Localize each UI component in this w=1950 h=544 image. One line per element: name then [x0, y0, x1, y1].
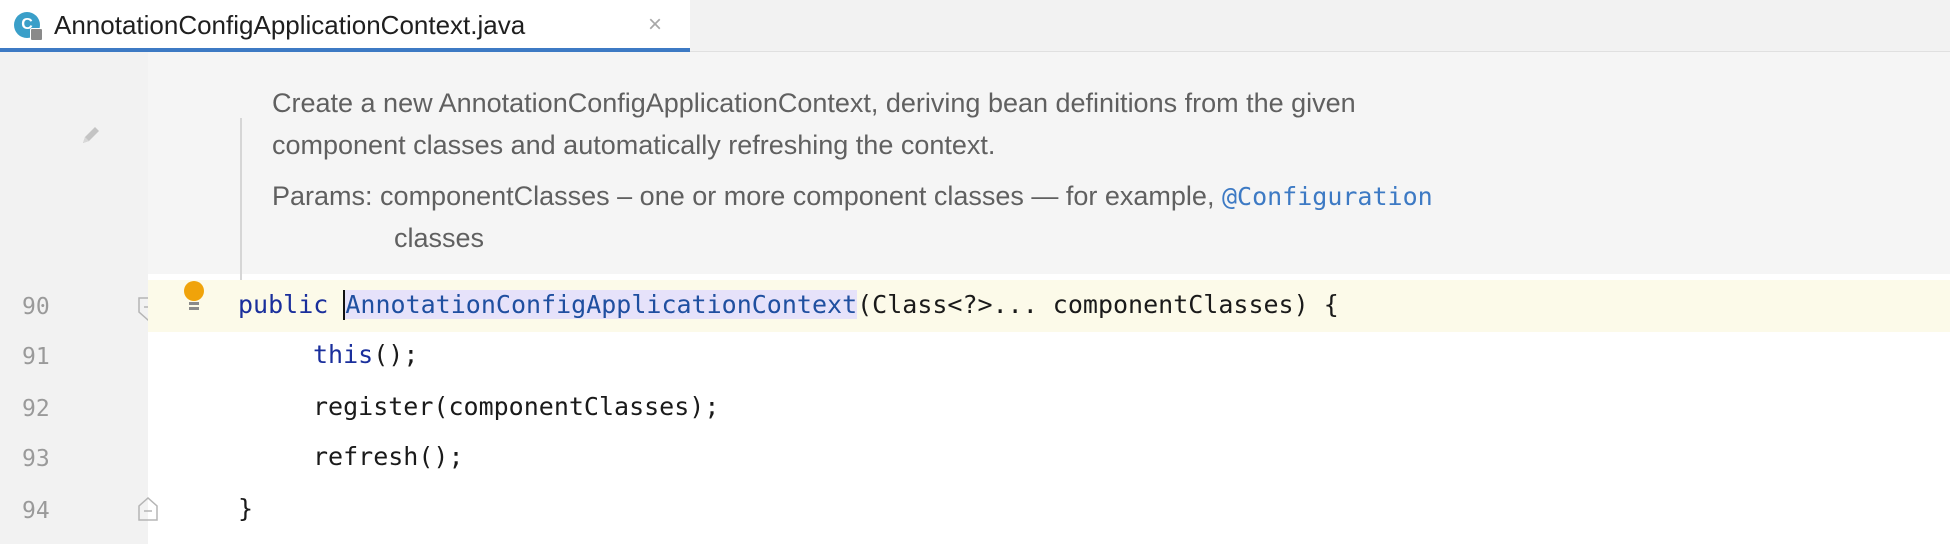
- line-number: 93: [22, 446, 50, 472]
- doc-params: Params: componentClasses – one or more c…: [272, 176, 1433, 217]
- line-number: 94: [22, 498, 50, 524]
- tab-filename: AnnotationConfigApplicationContext.java: [54, 10, 526, 40]
- line-number: 90: [22, 294, 50, 320]
- constructor-params: (Class<?>... componentClasses) {: [857, 290, 1339, 319]
- close-tab-icon[interactable]: ×: [648, 12, 662, 38]
- params-label: Params:: [272, 181, 373, 211]
- keyword-this: this: [313, 340, 374, 369]
- code-line-93[interactable]: refresh();: [313, 442, 464, 472]
- editor-tab-bar: C AnnotationConfigApplicationContext.jav…: [0, 0, 1950, 52]
- code-text: ();: [373, 340, 419, 369]
- doc-description: Create a new AnnotationConfigApplication…: [272, 82, 1672, 166]
- line-number: 92: [22, 396, 50, 422]
- params-description: componentClasses – one or more component…: [380, 181, 1215, 211]
- tab-annotation-config-application-context[interactable]: C AnnotationConfigApplicationContext.jav…: [0, 0, 690, 52]
- fold-close-icon[interactable]: [137, 496, 159, 527]
- pencil-icon[interactable]: [80, 124, 102, 151]
- code-line-91[interactable]: this();: [313, 340, 418, 370]
- doc-line: Create a new AnnotationConfigApplication…: [272, 88, 1356, 118]
- code-line-94[interactable]: }: [238, 494, 253, 524]
- intention-bulb-icon[interactable]: [182, 280, 206, 319]
- constructor-name[interactable]: AnnotationConfigApplicationContext: [345, 290, 858, 319]
- code-line-92[interactable]: register(componentClasses);: [313, 392, 719, 422]
- configuration-annotation-link[interactable]: @Configuration: [1222, 182, 1433, 211]
- keyword-public: public: [238, 290, 329, 319]
- lock-badge-icon: [30, 28, 43, 41]
- line-number: 91: [22, 344, 50, 370]
- class-c-icon: C: [14, 12, 43, 41]
- editor-gutter: 90 91 92 93 94: [0, 52, 158, 544]
- code-line-90[interactable]: public AnnotationConfigApplicationContex…: [238, 290, 1339, 320]
- params-continuation: classes: [394, 223, 485, 253]
- doc-line: component classes and automatically refr…: [272, 130, 996, 160]
